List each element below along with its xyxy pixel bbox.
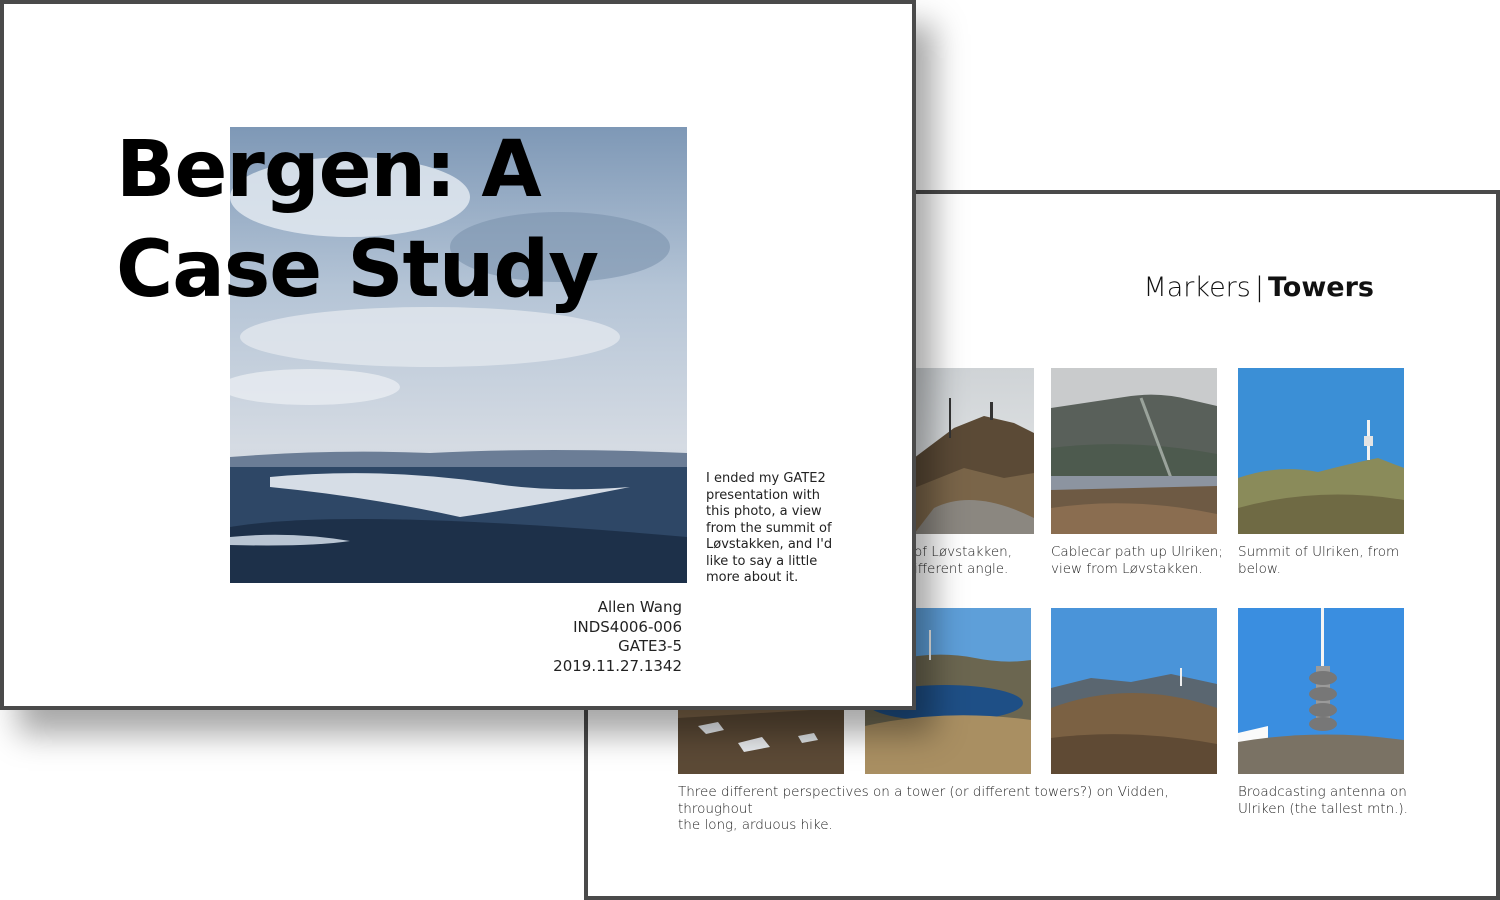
caption-ulriken-summit: Summit of Ulriken, from below.: [1238, 544, 1400, 577]
section-code: GATE3-5: [618, 637, 682, 655]
title-separator: |: [1254, 272, 1264, 303]
course-code: INDS4006-006: [573, 617, 682, 636]
photo-cablecar-path: [1051, 368, 1217, 534]
caption-antenna: Broadcasting antenna on Ulriken (the tal…: [1238, 784, 1408, 817]
photo-ulriken-summit: [1238, 368, 1404, 534]
photo-lovstakken-summit: [914, 368, 1034, 534]
caption-vidden: Three different perspectives on a tower …: [678, 784, 1169, 833]
slide-title: Markers | Towers: [1143, 272, 1374, 303]
photo-broadcasting-antenna: [1238, 608, 1404, 774]
timestamp: 2019.11.27.1342: [553, 656, 682, 675]
title-line-2: Case Study: [116, 225, 599, 315]
caption-cablecar: Cablecar path up Ulriken; view from Løvs…: [1051, 544, 1223, 577]
title-towers: Towers: [1267, 272, 1374, 303]
author-name: Allen Wang: [597, 598, 682, 616]
author-block: Allen Wang INDS4006-006 GATE3-5 2019.11.…: [553, 598, 682, 676]
photo-vidden-3: [1051, 608, 1217, 774]
photo-note: I ended my GATE2 presentation with this …: [706, 471, 833, 585]
slide-title-bergen: Bergen: A Case Study I ended my GATE2 pr…: [0, 0, 916, 710]
title-line-1: Bergen: A: [116, 125, 542, 215]
title-markers: Markers: [1143, 272, 1251, 303]
presentation-title: Bergen: A Case Study: [116, 120, 599, 320]
caption-lovstakken: of Løvstakken, ifferent angle.: [914, 544, 1012, 577]
